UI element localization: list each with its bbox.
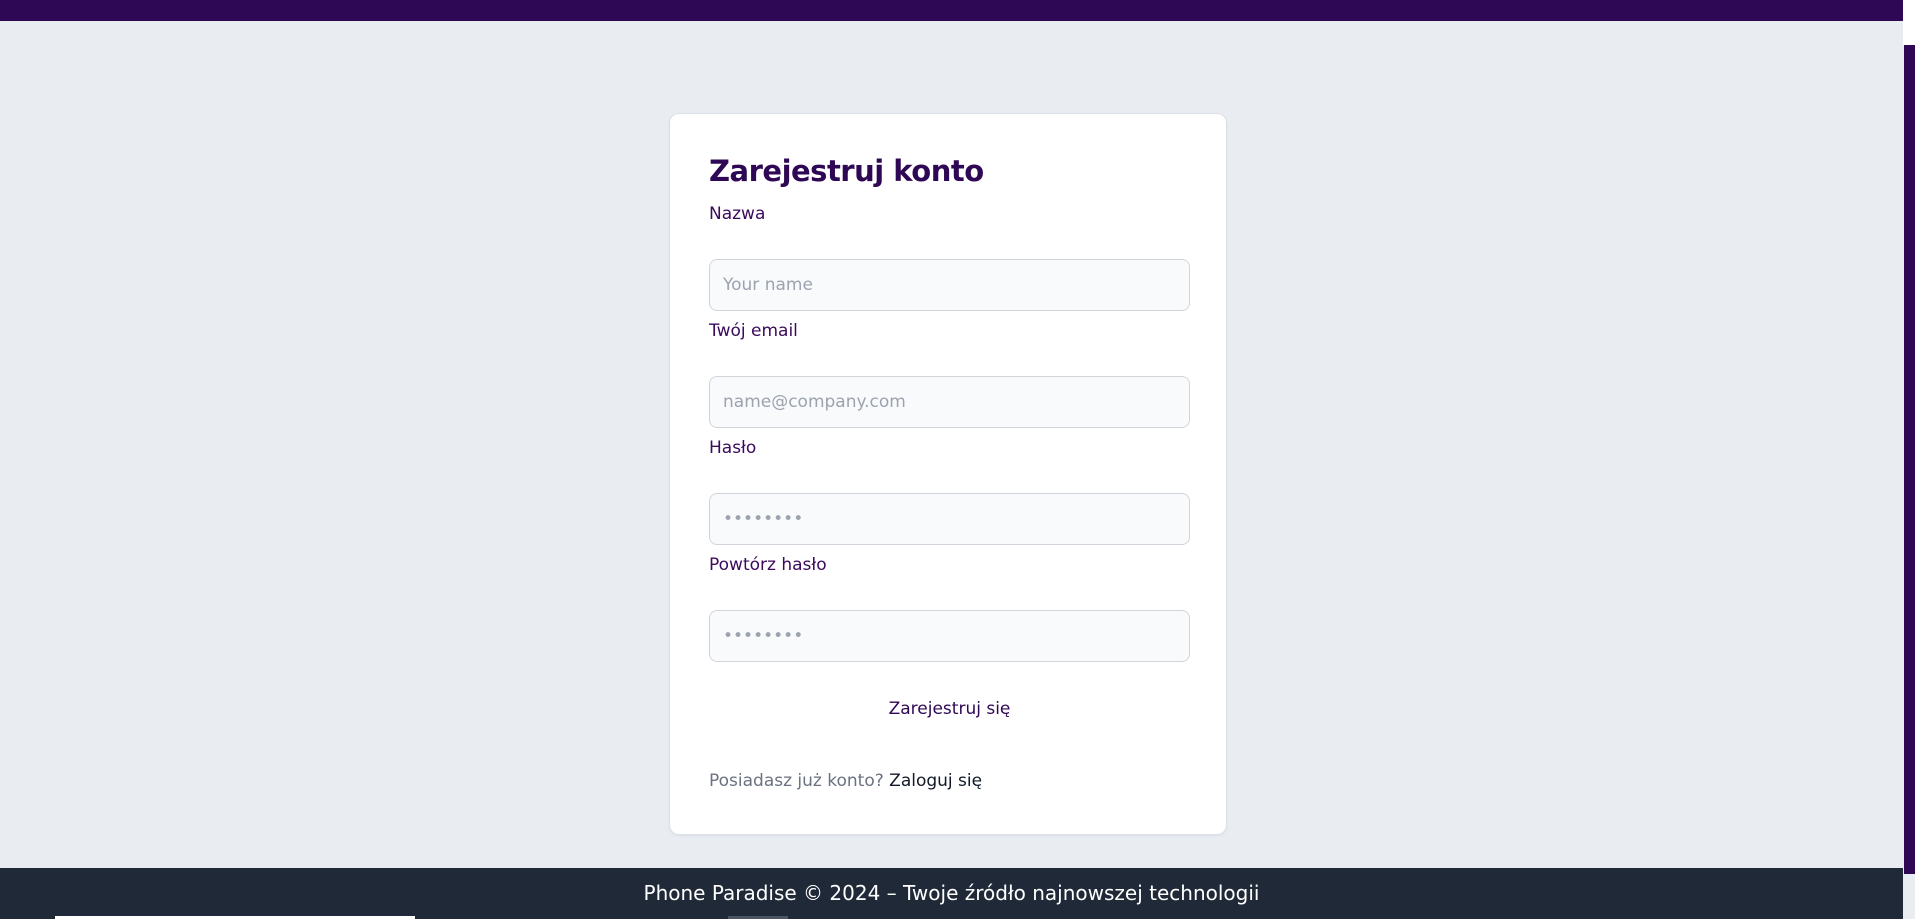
top-navbar bbox=[0, 0, 1903, 21]
login-prompt-text: Posiadasz już konto? bbox=[709, 771, 884, 791]
footer: Phone Paradise © 2024 – Twoje źródło naj… bbox=[0, 868, 1903, 919]
register-card: Zarejestruj konto Nazwa Twój email Hasło… bbox=[669, 113, 1227, 835]
login-prompt-line: Posiadasz już konto? Zaloguj się bbox=[709, 771, 982, 791]
email-label: Twój email bbox=[709, 321, 798, 341]
repeat-password-label: Powtórz hasło bbox=[709, 555, 827, 575]
repeat-password-input[interactable] bbox=[709, 610, 1190, 662]
login-link[interactable]: Zaloguj się bbox=[889, 771, 982, 791]
scrollbar-track-top bbox=[1903, 0, 1915, 45]
email-input[interactable] bbox=[709, 376, 1190, 428]
password-label: Hasło bbox=[709, 438, 757, 458]
footer-text: Phone Paradise © 2024 – Twoje źródło naj… bbox=[643, 881, 1260, 905]
register-button[interactable]: Zarejestruj się bbox=[709, 684, 1190, 734]
name-label: Nazwa bbox=[709, 204, 766, 224]
page-title: Zarejestruj konto bbox=[709, 154, 984, 188]
password-input[interactable] bbox=[709, 493, 1190, 545]
name-input[interactable] bbox=[709, 259, 1190, 311]
scrollbar-thumb[interactable] bbox=[1904, 45, 1915, 874]
